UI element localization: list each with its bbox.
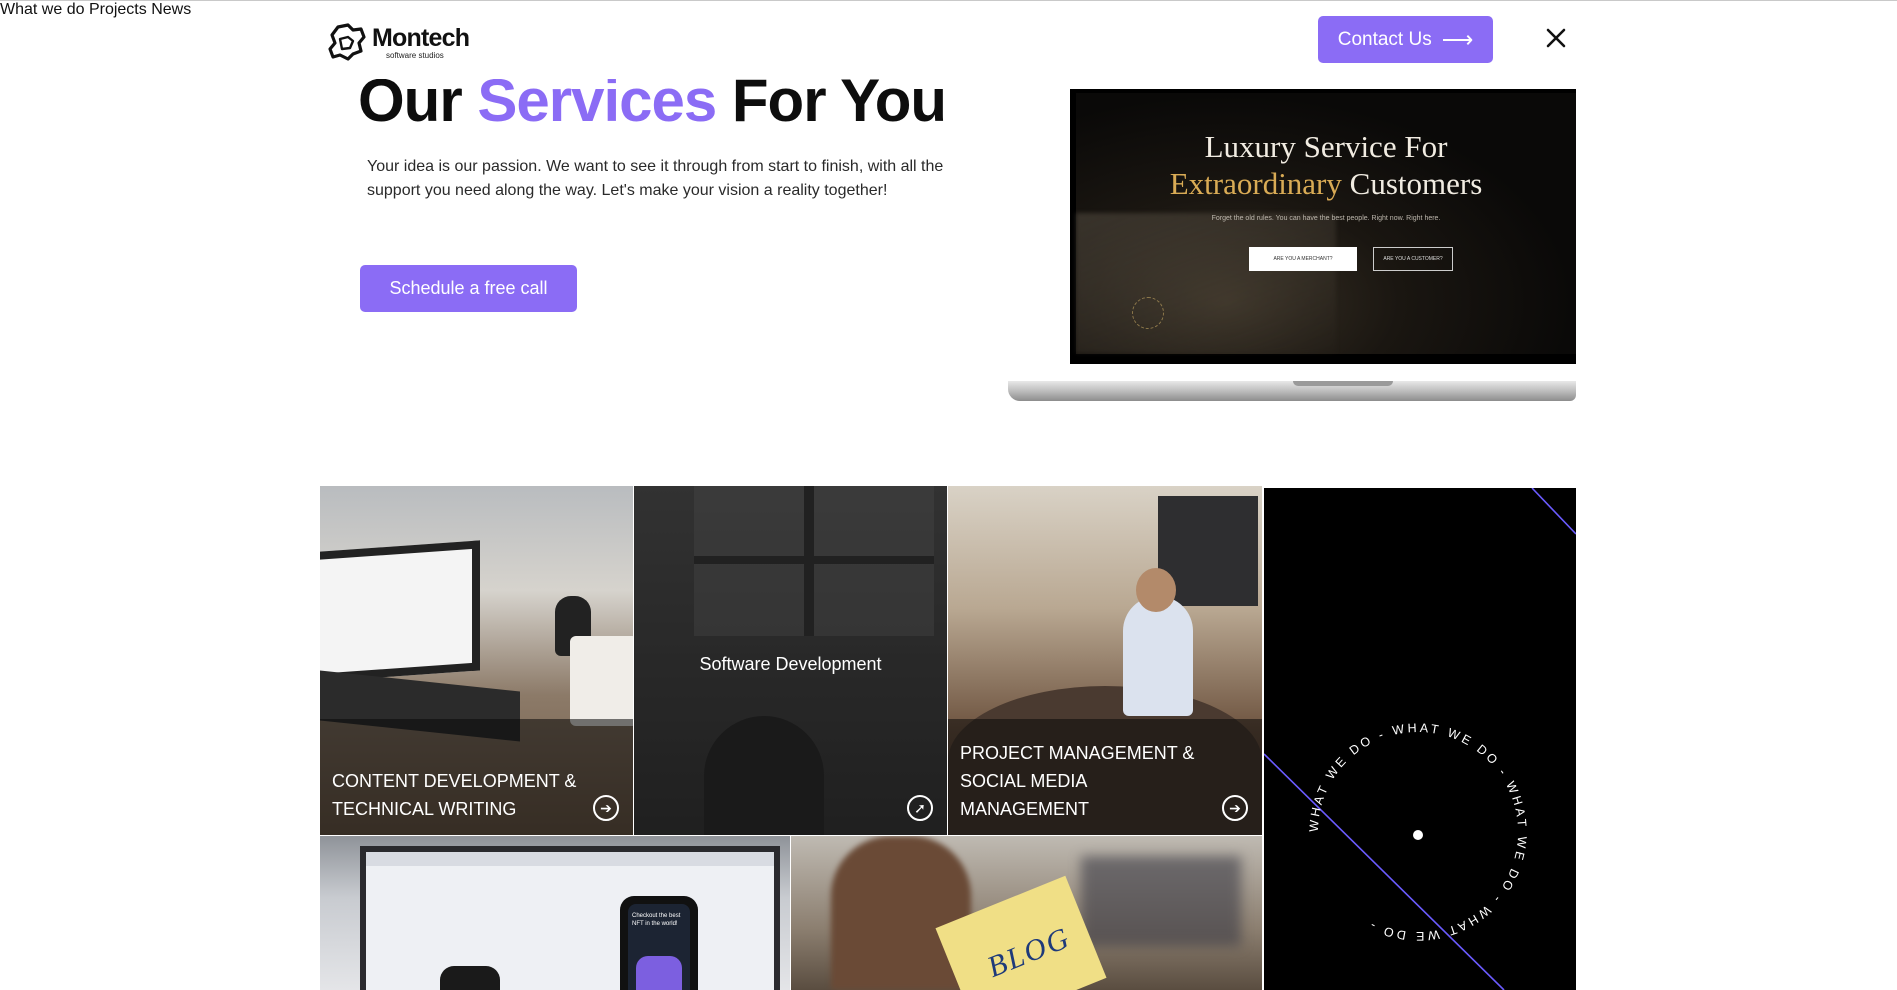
what-we-do-panel[interactable]: WHAT WE DO - WHAT WE DO - WHAT WE DO - W… [1264, 488, 1576, 990]
arrow-circle-icon[interactable]: ➔ [593, 795, 619, 821]
contact-us-button[interactable]: Contact Us ⟶ [1318, 16, 1493, 63]
tile-photo-head [1136, 568, 1176, 612]
service-tile-software-development[interactable]: Software Development ➚ [634, 486, 947, 835]
screen-badge-icon [1132, 297, 1164, 329]
screen-headline-2: Extraordinary Customers [1076, 166, 1576, 202]
main-nav: What we do Projects News [0, 1, 1897, 19]
screen-headline-1: Luxury Service For [1204, 129, 1448, 164]
tile-photo-person [1123, 596, 1193, 716]
screen-headline-rest: Customers [1341, 166, 1483, 201]
tile-photo-mug [570, 636, 633, 726]
contact-us-label: Contact Us [1337, 28, 1432, 50]
laptop-screen-content: Luxury Service For Extraordinary Custome… [1076, 93, 1576, 354]
tile-photo-phone: Checkout the best NFT in the world! [620, 896, 698, 990]
nav-projects[interactable]: Projects [89, 1, 147, 18]
what-we-do-graphic: WHAT WE DO - WHAT WE DO - WHAT WE DO - W… [1264, 488, 1576, 990]
brand-tagline: software studios [386, 50, 444, 60]
service-tile-blog[interactable]: BLOG [791, 836, 1262, 990]
diagonal-line-bottom [1264, 753, 1505, 990]
screen-customer-button: ARE YOU A CUSTOMER? [1373, 247, 1453, 271]
service-tile-mobile-apps[interactable]: Checkout the best NFT in the world! [320, 836, 790, 990]
laptop-mockup: Luxury Service For Extraordinary Custome… [1008, 89, 1576, 401]
arrow-circle-icon[interactable]: ➚ [907, 795, 933, 821]
service-title: CONTENT DEVELOPMENT & TECHNICAL WRITING [332, 771, 577, 819]
hero-description: Your idea is our passion. We want to see… [367, 158, 944, 199]
service-tile-project-management[interactable]: PROJECT MANAGEMENT & SOCIAL MEDIA MANAGE… [948, 486, 1262, 835]
laptop-screen: Luxury Service For Extraordinary Custome… [1070, 89, 1576, 364]
tile-photo-background [1081, 856, 1241, 946]
arrow-right-icon: ⟶ [1441, 26, 1474, 52]
service-tile-content-writing[interactable]: CONTENT DEVELOPMENT & TECHNICAL WRITING … [320, 486, 633, 835]
schedule-call-button[interactable]: Schedule a free call [360, 265, 577, 312]
nav-what-we-do[interactable]: What we do [0, 1, 84, 18]
tile-photo-person [831, 836, 971, 990]
brand-name: Montech [372, 23, 470, 52]
logo[interactable]: Montech software studios [326, 21, 470, 63]
laptop-base [1008, 381, 1576, 401]
screen-subtitle: Forget the old rules. You can have the b… [1211, 215, 1441, 222]
service-title: Software Development [699, 654, 882, 674]
center-dot [1413, 830, 1423, 840]
tile-photo-monitor [360, 846, 780, 990]
tile-photo-laptop [320, 540, 480, 682]
close-icon[interactable] [1543, 25, 1569, 51]
phone-screen-text: Checkout the best NFT in the world! [628, 904, 690, 990]
tile-photo-phone-back [440, 966, 500, 990]
nav-news[interactable]: News [151, 1, 191, 18]
screen-merchant-button: ARE YOU A MERCHANT? [1249, 247, 1357, 271]
screen-headline-gold: Extraordinary [1169, 166, 1342, 201]
site-header: Montech software studios What we do Proj… [0, 1, 1897, 79]
logo-mark-icon [328, 23, 366, 61]
arrow-circle-icon[interactable]: ➔ [1222, 795, 1248, 821]
service-title: PROJECT MANAGEMENT & SOCIAL MEDIA MANAGE… [960, 743, 1195, 819]
diagonal-line-top [1531, 488, 1576, 535]
